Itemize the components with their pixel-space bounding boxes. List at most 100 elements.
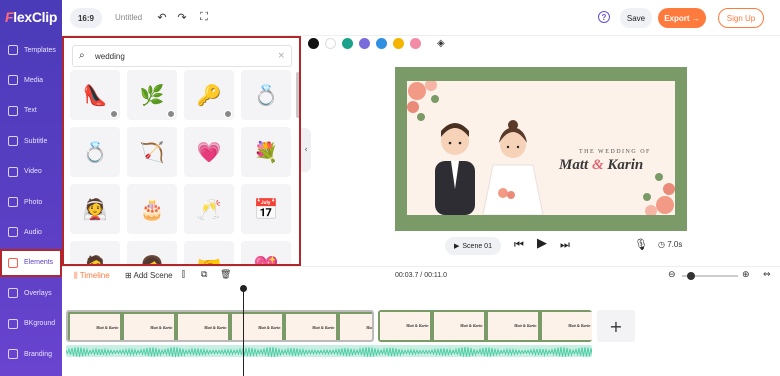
glass-slipper-icon: 👠 — [82, 83, 108, 107]
sidebar-item-photo[interactable]: Photo — [0, 188, 62, 216]
diamond-ring-icon: 💍 — [253, 83, 279, 107]
sidebar-item-label: Video — [24, 168, 42, 176]
aspect-ratio-button[interactable]: 16:9 — [70, 8, 102, 28]
search-input[interactable]: wedding — [95, 52, 125, 61]
zoom-slider-knob[interactable] — [687, 272, 695, 280]
element-holding-hands[interactable]: 🤝 — [184, 241, 234, 264]
collapse-panel-button[interactable]: ‹ — [301, 128, 311, 172]
duplicate-icon[interactable]: ⧉ — [201, 270, 207, 280]
element-diamond-ring[interactable]: 💍 — [241, 70, 291, 120]
next-icon[interactable]: ⏭ — [560, 238, 570, 252]
signup-button[interactable]: Sign Up — [718, 8, 764, 28]
play-icon[interactable]: ▶ — [537, 236, 547, 251]
add-scene-label: Add Scene — [133, 271, 173, 280]
logo-text: lexClip — [13, 9, 58, 25]
scene-selector[interactable]: ▶ Scene 01 — [445, 237, 501, 255]
element-glass-slipper[interactable]: 👠 — [70, 70, 120, 120]
sidebar-item-overlays[interactable]: Overlays — [0, 279, 62, 307]
microphone-icon[interactable]: 🎙 — [634, 238, 648, 251]
clip-thumbnail: Matt & Karin — [178, 314, 230, 340]
playhead[interactable] — [243, 286, 244, 376]
elements-icon — [8, 257, 18, 268]
sidebar-item-label: Media — [24, 76, 44, 84]
elements-search[interactable]: ⌕ wedding × — [72, 45, 292, 67]
element-wedding-dress[interactable]: 👰 — [70, 184, 120, 234]
video-icon — [8, 166, 18, 177]
color-swatch-7[interactable] — [410, 38, 421, 49]
name-bride: Karin — [607, 157, 644, 173]
save-button[interactable]: Save — [620, 8, 652, 28]
clock-icon: ◷ — [658, 240, 668, 249]
element-rose-bouquet[interactable]: 💐 — [241, 127, 291, 177]
split-icon[interactable]: ⫿ — [182, 270, 185, 280]
paint-bucket-icon[interactable]: ◈ — [437, 38, 445, 49]
fullscreen-icon[interactable]: ⛶ — [198, 10, 210, 23]
scene-duration[interactable]: ◷ 7.0s — [658, 240, 682, 249]
zoom-in-icon[interactable]: ⊕ — [742, 270, 750, 280]
preview-canvas[interactable]: THE WEDDING OF Matt & Karin — [407, 81, 675, 215]
color-swatch-5[interactable] — [376, 38, 387, 49]
color-swatch-6[interactable] — [393, 38, 404, 49]
color-swatch-3[interactable] — [342, 38, 353, 49]
element-gold-rings[interactable]: 💍 — [70, 127, 120, 177]
timeline-toolbar: ⫼ Timeline ⊞ Add Scene ⫿ ⧉ 🗑 00:03.7 / 0… — [62, 266, 780, 284]
audio-track[interactable] — [66, 345, 592, 357]
background-icon — [8, 318, 18, 329]
sidebar-item-subtitle[interactable]: Subtitle — [0, 127, 62, 155]
flowers-bottom-right — [643, 173, 675, 215]
color-swatch-2[interactable] — [325, 38, 336, 49]
panel-scrollbar[interactable] — [296, 72, 299, 118]
undo-icon[interactable]: ↶ — [156, 11, 168, 24]
element-heart-roses[interactable]: 💖 — [241, 241, 291, 264]
redo-icon[interactable]: ↷ — [176, 11, 188, 24]
couple-names: Matt & Karin — [559, 157, 643, 174]
playhead-handle[interactable] — [240, 285, 247, 292]
fit-timeline-icon[interactable]: ⇔ — [763, 270, 771, 280]
elements-panel: ⌕ wedding × 👠 🌿 🔑 💍 💍 🏹 💗 💐 👰 🎂 🥂 📅 🤵 👩 🤝 💖 — [62, 36, 301, 266]
help-icon[interactable]: ? — [598, 11, 610, 23]
sidebar-item-video[interactable]: Video — [0, 158, 62, 186]
zoom-out-icon[interactable]: ⊖ — [668, 270, 676, 280]
element-wedding-cake[interactable]: 🎂 — [127, 184, 177, 234]
flexclip-editor: FlexClip Templates Media Text Subtitle Video… — [0, 0, 780, 376]
sidebar-item-label: Branding — [24, 350, 53, 358]
scene-clip-2[interactable]: Matt & Karin Matt & Karin Matt & Karin Matt… — [378, 310, 592, 342]
champagne-glasses-icon: 🥂 — [196, 197, 222, 221]
element-floral-arch[interactable]: 🌿 — [127, 70, 177, 120]
sidebar-item-branding[interactable]: Branding — [0, 340, 62, 368]
thumbnail-text: Matt & Karin — [150, 325, 173, 330]
element-cupid-bow[interactable]: 🏹 — [127, 127, 177, 177]
sidebar-item-bkground[interactable]: BKground — [0, 310, 62, 338]
premium-badge-icon — [110, 110, 118, 118]
element-love-key[interactable]: 🔑 — [184, 70, 234, 120]
export-button[interactable]: Export → — [658, 8, 706, 28]
element-love-calendar[interactable]: 📅 — [241, 184, 291, 234]
delete-icon[interactable]: 🗑 — [220, 270, 231, 280]
scene-clip-1[interactable]: Matt & Karin Matt & Karin Matt & Karin Matt… — [66, 310, 374, 342]
sidebar-item-audio[interactable]: Audio — [0, 218, 62, 246]
add-scene-button[interactable]: ⊞ Add Scene — [125, 271, 173, 280]
sidebar-item-media[interactable]: Media — [0, 66, 62, 94]
element-groom[interactable]: 🤵 — [70, 241, 120, 264]
element-winged-heart[interactable]: 💗 — [184, 127, 234, 177]
clip-thumbnail: Matt & Karin — [286, 314, 338, 340]
color-swatch-1[interactable] — [308, 38, 319, 49]
branding-icon — [8, 349, 18, 359]
element-champagne-glasses[interactable]: 🥂 — [184, 184, 234, 234]
sidebar-item-text[interactable]: Text — [0, 97, 62, 125]
project-title[interactable]: Untitled — [115, 13, 142, 22]
flexclip-logo[interactable]: FlexClip — [5, 9, 57, 25]
sidebar-item-templates[interactable]: Templates — [0, 36, 62, 64]
sidebar-item-elements[interactable]: Elements — [0, 248, 62, 277]
add-scene-plus-button[interactable]: + — [597, 310, 635, 342]
color-swatch-4[interactable] — [359, 38, 370, 49]
wedding-dress-icon: 👰 — [82, 197, 108, 221]
thumbnail-text: Matt & Karin — [258, 325, 281, 330]
close-icon[interactable]: × — [277, 51, 285, 61]
clip-thumbnail: Matt & Karin — [434, 312, 486, 340]
wedding-illustration — [407, 81, 675, 215]
audio-waveform — [66, 346, 592, 357]
previous-icon[interactable]: ⏮ — [514, 238, 524, 252]
timeline-toggle[interactable]: ⫼ Timeline — [74, 271, 110, 281]
element-bride[interactable]: 👩 — [127, 241, 177, 264]
